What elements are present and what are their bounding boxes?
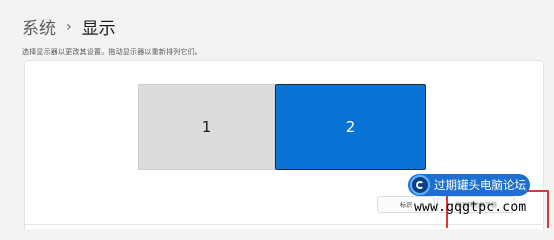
monitor-1-label: 1 xyxy=(201,118,212,136)
chevron-right-icon: › xyxy=(66,18,72,35)
arrange-hint: 选择显示器以更改其设置。拖动显示器以重新排列它们。 xyxy=(22,48,202,56)
page-title: 显示 xyxy=(81,19,116,39)
monitor-2[interactable]: 2 xyxy=(275,84,426,170)
watermark-logo-icon xyxy=(410,175,430,195)
watermark-url: www.gqgtpc.com xyxy=(414,200,527,215)
breadcrumb-parent-system[interactable]: 系统 xyxy=(22,14,56,39)
monitor-2-label: 2 xyxy=(345,118,356,136)
monitor-1[interactable]: 1 xyxy=(138,84,275,170)
watermark-banner: 过期罐头电脑论坛 xyxy=(408,174,530,196)
watermark-banner-text: 过期罐头电脑论坛 xyxy=(434,178,526,192)
breadcrumb: 系统 › 显示 xyxy=(22,14,116,40)
